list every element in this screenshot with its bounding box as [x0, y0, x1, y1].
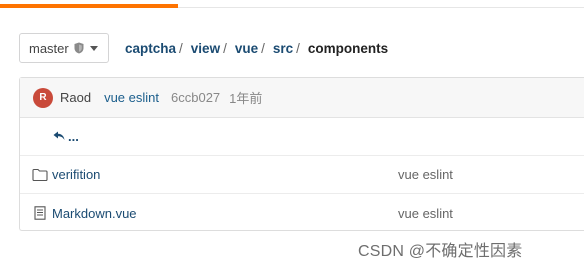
breadcrumb-separator: / [261, 41, 265, 56]
breadcrumb: captcha / view / vue / src / components [125, 41, 388, 56]
watermark-text: CSDN @不确定性因素 [358, 243, 523, 260]
breadcrumb-separator: / [296, 41, 300, 56]
file-row-markdown-vue[interactable]: Markdown.vue vue eslint [20, 194, 584, 232]
branch-selector[interactable]: master [19, 33, 109, 63]
commit-sha[interactable]: 6ccb027 [171, 90, 220, 105]
active-tab-indicator [0, 4, 178, 8]
parent-directory-row[interactable]: ... [20, 118, 584, 156]
breadcrumb-separator: / [179, 41, 183, 56]
breadcrumb-item-captcha[interactable]: captcha [125, 41, 176, 56]
parent-directory-link[interactable]: ... [53, 129, 79, 144]
file-text-icon [32, 206, 48, 220]
breadcrumb-item-vue[interactable]: vue [235, 41, 258, 56]
commit-author[interactable]: Raod [60, 90, 91, 105]
file-last-commit[interactable]: vue eslint [398, 206, 453, 221]
file-last-commit[interactable]: vue eslint [398, 167, 453, 182]
breadcrumb-item-components: components [307, 41, 389, 56]
file-name[interactable]: verifition [52, 167, 100, 182]
commit-message[interactable]: vue eslint [104, 90, 159, 105]
branch-name: master [29, 40, 69, 56]
avatar[interactable]: R [33, 87, 53, 108]
folder-icon [32, 168, 48, 182]
commit-time: 1年前 [229, 91, 263, 106]
latest-commit-bar: R Raod vue eslint 6ccb027 1年前 [20, 78, 584, 118]
shield-icon [74, 42, 84, 54]
parent-directory-label: ... [68, 129, 79, 144]
breadcrumb-separator: / [223, 41, 227, 56]
chevron-down-icon [89, 45, 98, 51]
breadcrumb-item-src[interactable]: src [273, 41, 293, 56]
file-name[interactable]: Markdown.vue [52, 206, 137, 221]
reply-arrow-icon [53, 129, 65, 144]
file-list: R Raod vue eslint 6ccb027 1年前 ... verifi… [19, 77, 584, 231]
top-tab-strip [0, 0, 584, 8]
file-row-verifition[interactable]: verifition vue eslint [20, 156, 584, 194]
breadcrumb-item-view[interactable]: view [191, 41, 220, 56]
